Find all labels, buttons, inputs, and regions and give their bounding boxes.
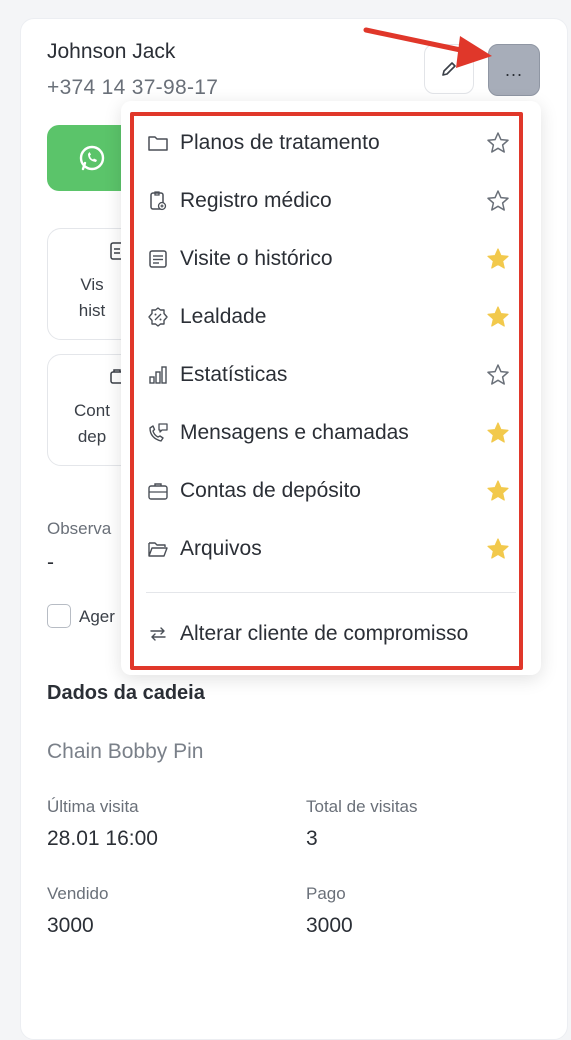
menu-item-treatment-plans[interactable]: Planos de tratamento <box>146 121 516 165</box>
agenda-checkbox[interactable] <box>47 604 71 628</box>
folder-open-icon <box>148 542 168 557</box>
menu-item-label: Registro médico <box>180 189 332 212</box>
bar-chart-icon <box>149 366 167 384</box>
menu-item-label: Lealdade <box>180 305 267 328</box>
menu-divider <box>146 592 516 593</box>
total-visits-label: Total de visitas <box>306 797 418 816</box>
swap-arrows-icon <box>150 627 166 641</box>
paid-label: Pago <box>306 884 346 903</box>
briefcase-icon <box>148 483 168 500</box>
menu-item-messages-calls[interactable]: Mensagens e chamadas <box>146 411 516 455</box>
chain-name: Chain Bobby Pin <box>47 740 204 763</box>
star-filled-icon[interactable] <box>486 479 510 503</box>
last-visit-value: 28.01 16:00 <box>47 827 158 850</box>
phone-chat-icon <box>149 423 168 442</box>
menu-item-label: Alterar cliente de compromisso <box>180 622 469 645</box>
menu-item-label: Visite o histórico <box>180 247 333 270</box>
discount-badge-icon <box>148 307 168 327</box>
menu-item-statistics[interactable]: Estatísticas <box>146 353 516 397</box>
menu-item-label: Mensagens e chamadas <box>180 421 409 444</box>
chain-section-title: Dados da cadeia <box>47 682 205 704</box>
menu-item-files[interactable]: Arquivos <box>146 527 516 571</box>
total-visits-value: 3 <box>306 827 318 850</box>
star-filled-icon[interactable] <box>486 537 510 561</box>
sold-value: 3000 <box>47 914 94 937</box>
star-filled-icon[interactable] <box>486 421 510 445</box>
folder-icon <box>148 136 168 151</box>
star-filled-icon[interactable] <box>486 247 510 271</box>
star-outline-icon[interactable] <box>486 189 510 213</box>
medical-record-icon <box>150 191 167 211</box>
menu-item-label: Estatísticas <box>180 363 288 386</box>
paid-value: 3000 <box>306 914 353 937</box>
last-visit-label: Última visita <box>47 797 139 816</box>
notes-label: Observa <box>47 519 112 538</box>
whatsapp-icon <box>79 145 105 171</box>
sold-label: Vendido <box>47 884 109 903</box>
menu-item-loyalty[interactable]: Lealdade <box>146 295 516 339</box>
menu-item-label: Arquivos <box>180 537 262 560</box>
menu-item-medical-record[interactable]: Registro médico <box>146 179 516 223</box>
history-list-icon <box>149 250 167 268</box>
menu-item-label: Planos de tratamento <box>180 131 380 154</box>
star-outline-icon[interactable] <box>486 363 510 387</box>
menu-item-label: Contas de depósito <box>180 479 361 502</box>
menu-item-deposit-accounts[interactable]: Contas de depósito <box>146 469 516 513</box>
agenda-checkbox-label: Ager <box>79 607 115 626</box>
notes-value: - <box>47 551 54 574</box>
menu-item-visit-history[interactable]: Visite o histórico <box>146 237 516 281</box>
star-outline-icon[interactable] <box>486 131 510 155</box>
star-filled-icon[interactable] <box>486 305 510 329</box>
menu-item-change-client[interactable]: Alterar cliente de compromisso <box>146 612 516 656</box>
